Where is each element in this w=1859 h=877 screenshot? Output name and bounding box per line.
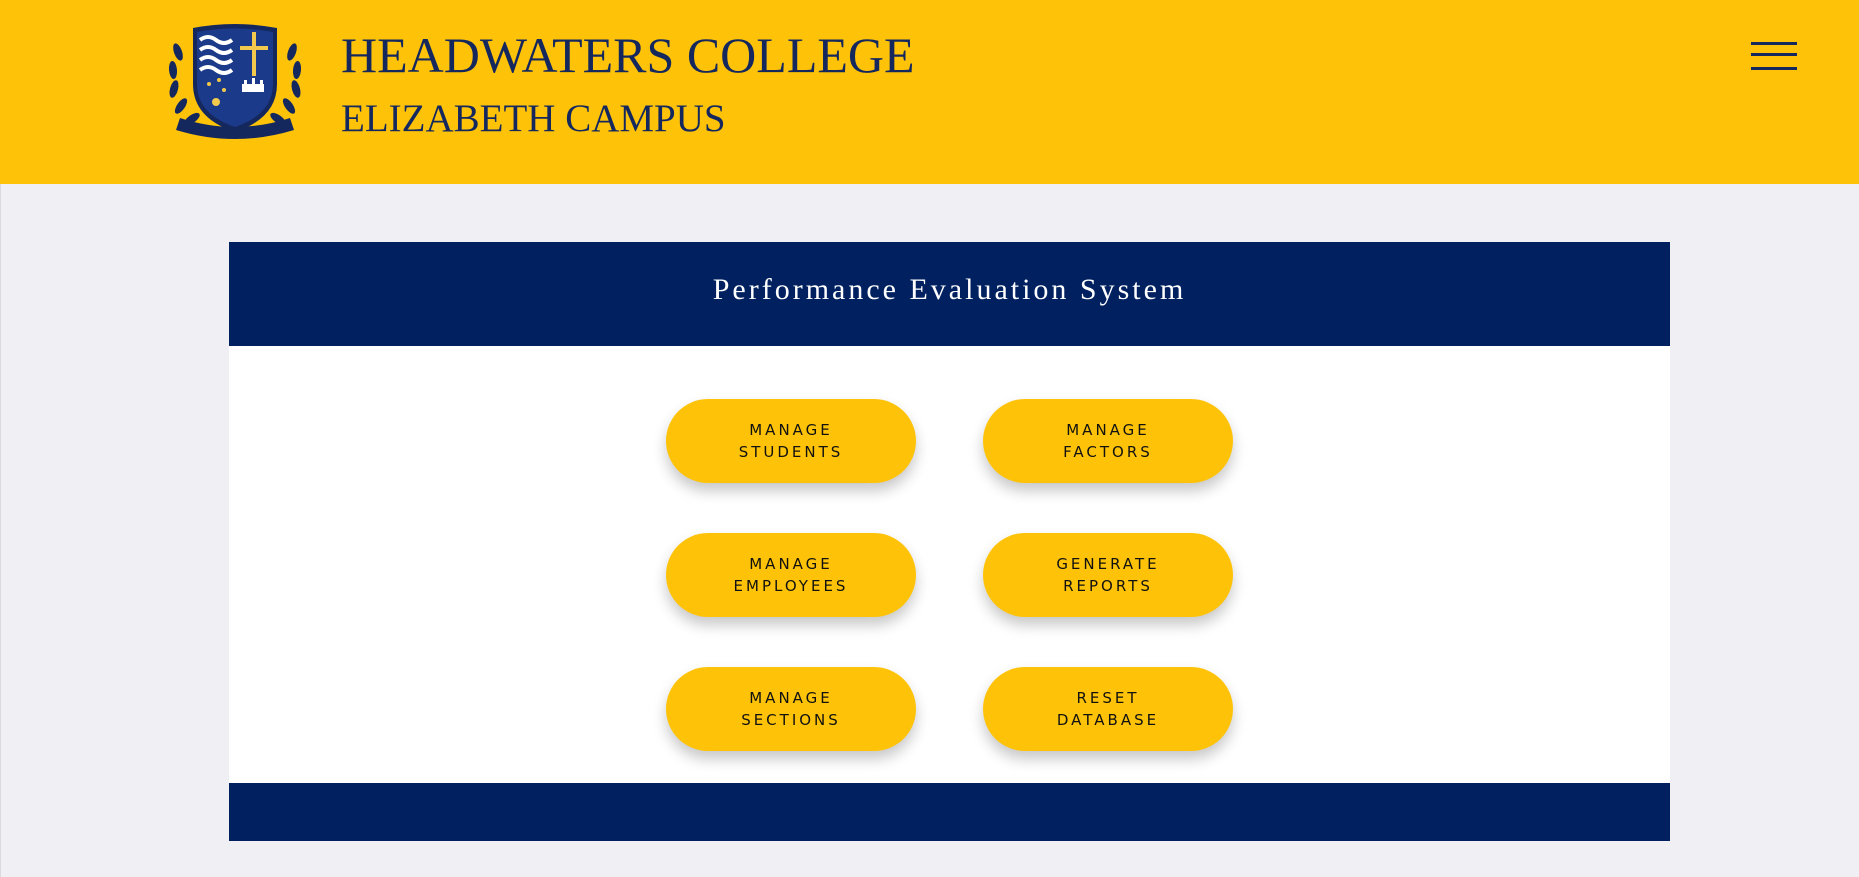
button-label: MANAGE EMPLOYEES xyxy=(733,555,849,595)
button-label: MANAGE STUDENTS xyxy=(738,421,844,461)
button-label: MANAGE SECTIONS xyxy=(741,689,841,729)
main-panel: Performance Evaluation System MANAGE STU… xyxy=(229,242,1670,841)
button-label: RESET DATABASE xyxy=(1056,689,1160,729)
college-crest-logo xyxy=(168,24,302,139)
manage-factors-button[interactable]: MANAGE FACTORS xyxy=(983,399,1233,483)
manage-employees-button[interactable]: MANAGE EMPLOYEES xyxy=(666,533,916,617)
menu-line xyxy=(1751,53,1797,56)
menu-line xyxy=(1751,67,1797,70)
hamburger-menu-icon[interactable] xyxy=(1746,36,1802,76)
manage-students-button[interactable]: MANAGE STUDENTS xyxy=(666,399,916,483)
button-label: MANAGE FACTORS xyxy=(1063,421,1153,461)
campus-name: ELIZABETH CAMPUS xyxy=(341,97,726,140)
college-name: HEADWATERS COLLEGE xyxy=(341,27,915,83)
menu-line xyxy=(1751,42,1797,45)
page-edge-divider xyxy=(0,184,1,877)
panel-footer xyxy=(229,783,1670,841)
site-header: HEADWATERS COLLEGE ELIZABETH CAMPUS xyxy=(0,0,1859,184)
page-title: Performance Evaluation System xyxy=(712,273,1187,306)
panel-header: Performance Evaluation System xyxy=(229,242,1670,346)
button-label: GENERATE REPORTS xyxy=(1056,555,1160,595)
manage-sections-button[interactable]: MANAGE SECTIONS xyxy=(666,667,916,751)
reset-database-button[interactable]: RESET DATABASE xyxy=(983,667,1233,751)
generate-reports-button[interactable]: GENERATE REPORTS xyxy=(983,533,1233,617)
